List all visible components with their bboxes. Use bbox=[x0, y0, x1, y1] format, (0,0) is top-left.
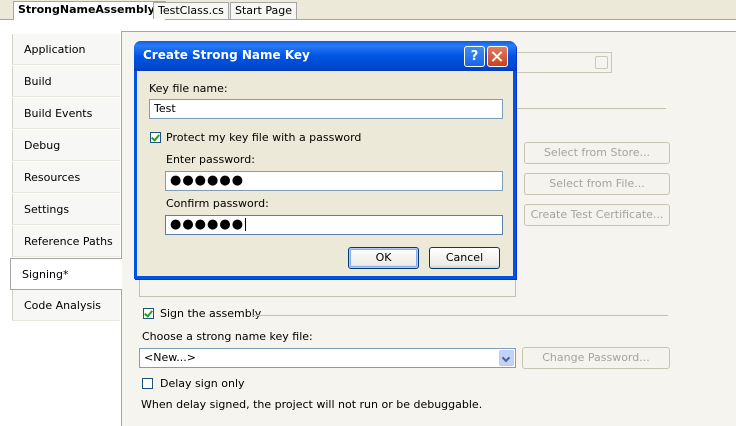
delay-sign-label: Delay sign only bbox=[160, 377, 245, 390]
sign-assembly-label: Sign the assembly bbox=[160, 307, 262, 320]
doc-tab-strongnameassembly[interactable]: StrongNameAssembly* bbox=[13, 1, 166, 20]
key-file-name-input[interactable]: Test bbox=[149, 99, 503, 119]
dialog-title: Create Strong Name Key bbox=[143, 48, 310, 62]
delay-sign-checkbox[interactable] bbox=[142, 378, 153, 389]
enter-password-field[interactable]: ●●●●●● bbox=[165, 171, 503, 191]
certificate-combo[interactable] bbox=[500, 52, 612, 73]
choose-key-label: Choose a strong name key file: bbox=[142, 330, 313, 343]
create-test-certificate-button[interactable]: Create Test Certificate... bbox=[524, 204, 670, 226]
confirm-password-field[interactable]: ●●●●●● bbox=[165, 215, 503, 235]
protect-password-label: Protect my key file with a password bbox=[166, 131, 362, 144]
certificate-details-box bbox=[139, 279, 516, 297]
side-tab-settings[interactable]: Settings bbox=[12, 194, 120, 225]
protect-password-checkbox[interactable] bbox=[150, 132, 161, 143]
side-tab-debug[interactable]: Debug bbox=[12, 130, 120, 161]
ok-button[interactable]: OK bbox=[348, 247, 419, 269]
delay-sign-note: When delay signed, the project will not … bbox=[141, 398, 483, 411]
select-from-file-button[interactable]: Select from File... bbox=[524, 173, 670, 195]
dialog-title-bar[interactable]: Create Strong Name Key ? bbox=[134, 41, 516, 71]
side-tab-code-analysis[interactable]: Code Analysis bbox=[12, 290, 120, 321]
side-tab-reference-paths[interactable]: Reference Paths bbox=[12, 226, 120, 257]
select-from-store-button[interactable]: Select from Store... bbox=[524, 142, 670, 164]
close-icon[interactable] bbox=[487, 46, 508, 67]
help-button[interactable]: ? bbox=[464, 46, 485, 67]
side-tab-signing[interactable]: Signing* bbox=[10, 258, 122, 290]
change-password-button[interactable]: Change Password... bbox=[522, 347, 670, 369]
key-file-name-label: Key file name: bbox=[149, 82, 228, 95]
confirm-password-label: Confirm password: bbox=[166, 197, 269, 210]
text-caret bbox=[245, 218, 247, 231]
side-tab-build[interactable]: Build bbox=[12, 66, 120, 97]
chevron-down-icon[interactable] bbox=[499, 350, 514, 366]
enter-password-label: Enter password: bbox=[166, 153, 255, 166]
doc-tab-start-page[interactable]: Start Page bbox=[230, 2, 297, 19]
chevron-down-icon bbox=[595, 56, 608, 69]
key-file-combo[interactable]: <New...> bbox=[139, 348, 516, 368]
sign-assembly-checkbox[interactable] bbox=[143, 308, 154, 319]
separator-line bbox=[252, 315, 668, 316]
key-file-combo-value: <New...> bbox=[144, 351, 196, 364]
separator-line bbox=[515, 108, 666, 109]
document-tab-strip: StrongNameAssembly* TestClass.cs Start P… bbox=[0, 0, 736, 20]
cancel-button[interactable]: Cancel bbox=[429, 247, 500, 269]
side-tab-application[interactable]: Application bbox=[12, 34, 120, 65]
doc-tab-testclass[interactable]: TestClass.cs bbox=[153, 2, 229, 19]
side-tab-build-events[interactable]: Build Events bbox=[12, 98, 120, 129]
side-tab-resources[interactable]: Resources bbox=[12, 162, 120, 193]
create-strong-name-key-dialog: Create Strong Name Key ? Key file name: … bbox=[134, 41, 516, 279]
dialog-body: Key file name: Test Protect my key file … bbox=[137, 71, 513, 276]
confirm-password-value: ●●●●●● bbox=[170, 217, 245, 232]
